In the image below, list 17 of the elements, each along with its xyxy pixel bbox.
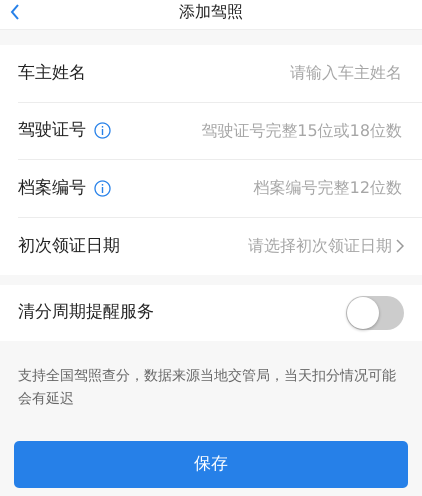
back-icon[interactable] [10,4,20,20]
note-text: 支持全国驾照查分，数据来源当地交管局，当天扣分情况可能会有延迟 [17,367,397,409]
info-icon[interactable] [94,180,111,197]
chevron-icon [396,239,404,254]
reminder-label: 清分周期提醒服务 [18,301,154,324]
date-picker[interactable]: 请选择初次领证日期 [248,234,404,258]
page-title: 添加驾照 [179,1,243,23]
field-label: 档案编号 [18,176,86,200]
field-label: 车主姓名 [18,62,86,84]
save-button[interactable]: 保存 [14,441,408,488]
input-field[interactable]: 档案编号完整12位数 [119,175,404,202]
toggle-switch[interactable] [346,296,404,330]
field-label: 初次领证日期 [18,234,120,258]
input-field[interactable]: 驾驶证号完整15位或18位数 [119,118,404,144]
input-field[interactable]: 请输入车主姓名 [94,60,404,86]
field-label: 驾驶证号 [18,119,86,142]
info-icon[interactable] [94,122,111,140]
